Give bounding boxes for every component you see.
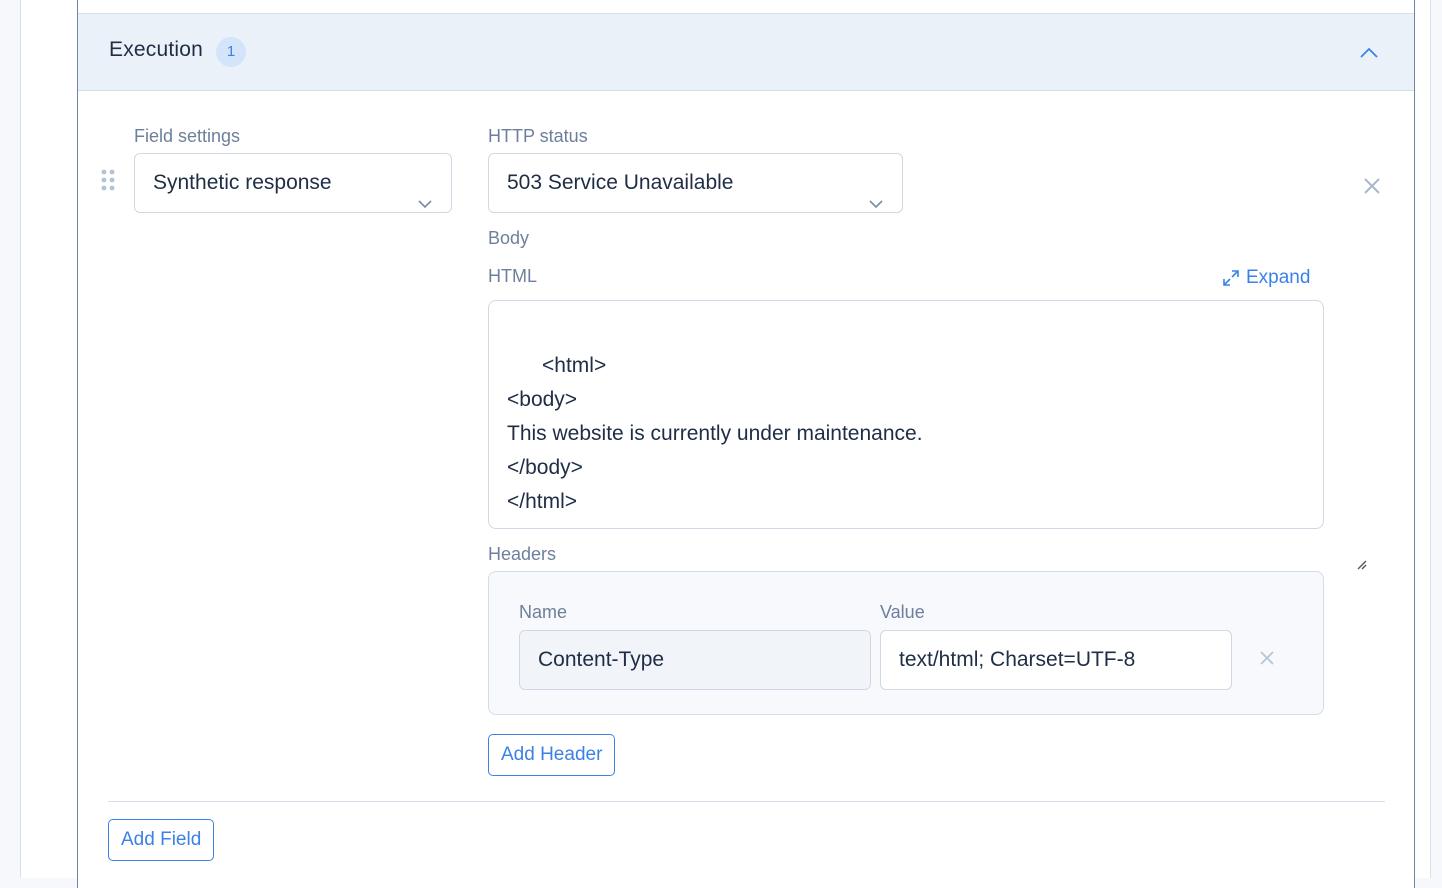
chevron-up-icon[interactable] [1358,42,1380,64]
add-header-button[interactable]: Add Header [488,734,616,776]
chevron-down-icon [868,176,884,209]
expand-icon [1223,270,1239,286]
html-body-content: <html> <body> This website is currently … [507,354,923,513]
http-status-select[interactable]: 503 Service Unavailable [488,153,903,213]
expand-button[interactable]: Expand [1222,267,1310,289]
header-value-input[interactable]: text/html; Charset=UTF-8 [880,630,1232,690]
header-name-value: Content-Type [538,648,665,671]
headers-list: Name Value Content-Type text/html; Chars… [488,571,1324,715]
html-label: HTML [488,266,537,286]
remove-field-icon[interactable] [1363,177,1381,195]
http-status-value: 503 Service Unavailable [507,171,734,194]
divider [108,801,1385,802]
html-body-textarea[interactable]: <html> <body> This website is currently … [488,300,1367,570]
add-field-button[interactable]: Add Field [108,819,215,861]
field-settings-value: Synthetic response [153,171,332,194]
remove-header-icon[interactable] [1259,650,1275,666]
section-title: Execution [109,38,204,61]
header-value-value: text/html; Charset=UTF-8 [899,648,1136,671]
chevron-down-icon [417,176,433,209]
execution-card: Execution 1 Field settings Synthetic res… [77,0,1415,888]
count-badge: 1 [216,37,246,67]
page-panel: Execution 1 Field settings Synthetic res… [20,0,1431,888]
header-name-input[interactable]: Content-Type [519,630,871,690]
header-name-label: Name [519,602,568,622]
header-value-label: Value [880,602,925,622]
body-label: Body [488,228,530,248]
headers-label: Headers [488,544,557,564]
field-settings-label: Field settings [134,126,241,146]
drag-handle-icon[interactable] [101,169,115,193]
http-status-label: HTTP status [488,126,588,146]
field-settings-select[interactable]: Synthetic response [134,153,452,213]
resize-handle-icon[interactable] [1308,513,1367,570]
expand-label: Expand [1246,267,1311,288]
execution-section-header[interactable]: Execution 1 [78,13,1414,91]
